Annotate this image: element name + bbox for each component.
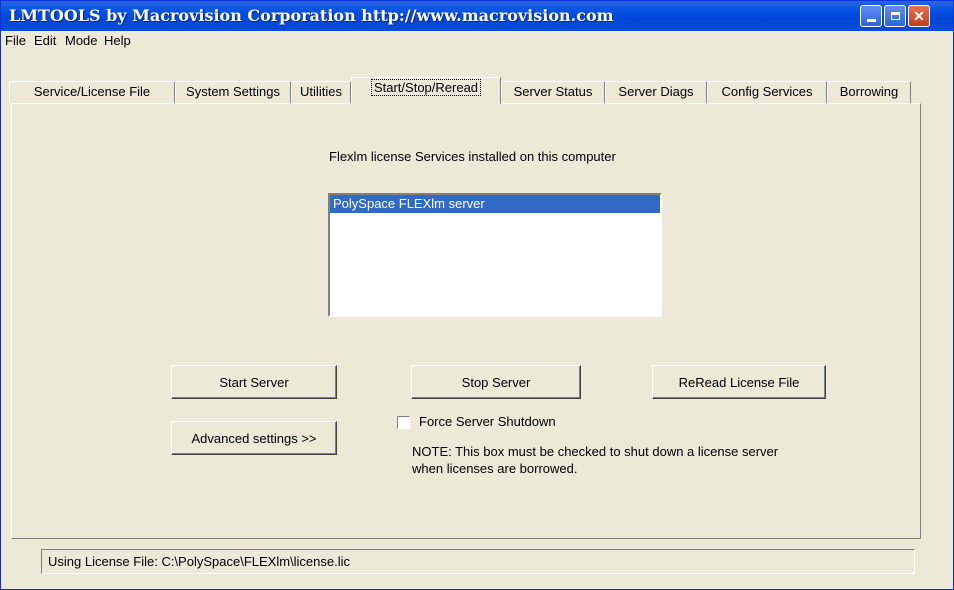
tab-label: Borrowing — [839, 84, 899, 99]
services-heading: Flexlm license Services installed on thi… — [329, 149, 616, 164]
tab-label: Start/Stop/Reread — [370, 79, 482, 96]
status-bar: Using License File: C:\PolySpace\FLEXlm\… — [41, 549, 915, 574]
tab-server-diags[interactable]: Server Diags — [605, 81, 707, 103]
close-icon: ✕ — [913, 7, 925, 24]
menu-file[interactable]: File — [5, 33, 26, 48]
tab-service-license-file[interactable]: Service/License File — [9, 81, 175, 103]
services-list[interactable]: PolySpace FLEXlm server — [328, 193, 662, 317]
tab-label: Server Diags — [618, 84, 694, 99]
title-bar[interactable]: LMTOOLS by Macrovision Corporation http:… — [1, 1, 953, 31]
tab-config-services[interactable]: Config Services — [707, 81, 827, 103]
minimize-button[interactable] — [860, 5, 882, 27]
tab-label: Config Services — [721, 84, 813, 99]
tab-system-settings[interactable]: System Settings — [175, 81, 291, 103]
tab-server-status[interactable]: Server Status — [501, 81, 605, 103]
minimize-icon — [866, 18, 876, 22]
window-title: LMTOOLS by Macrovision Corporation http:… — [9, 6, 614, 25]
menu-mode[interactable]: Mode — [65, 33, 98, 48]
tab-borrowing[interactable]: Borrowing — [827, 81, 911, 103]
close-button[interactable]: ✕ — [908, 5, 930, 27]
force-shutdown-label[interactable]: Force Server Shutdown — [419, 414, 556, 429]
tab-label: System Settings — [186, 84, 280, 99]
start-server-button[interactable]: Start Server — [171, 365, 337, 399]
note-line-2: when licenses are borrowed. — [412, 461, 578, 476]
maximize-icon — [890, 12, 900, 20]
list-item[interactable]: PolySpace FLEXlm server — [330, 195, 660, 213]
tab-label: Server Status — [513, 84, 593, 99]
lmtools-window: LMTOOLS by Macrovision Corporation http:… — [0, 0, 954, 590]
tab-label: Utilities — [300, 84, 342, 99]
menu-edit[interactable]: Edit — [34, 33, 56, 48]
menu-help[interactable]: Help — [104, 33, 131, 48]
note-line-1: NOTE: This box must be checked to shut d… — [412, 444, 779, 459]
tab-start-stop-reread[interactable]: Start/Stop/Reread — [351, 77, 501, 104]
maximize-button[interactable] — [884, 5, 906, 27]
tab-label: Service/License File — [33, 84, 151, 99]
tab-utilities[interactable]: Utilities — [291, 81, 351, 103]
advanced-settings-button[interactable]: Advanced settings >> — [171, 421, 337, 455]
reread-license-file-button[interactable]: ReRead License File — [652, 365, 826, 399]
stop-server-button[interactable]: Stop Server — [411, 365, 581, 399]
force-shutdown-checkbox[interactable] — [397, 416, 410, 429]
menu-bar: File Edit Mode Help — [1, 31, 953, 51]
